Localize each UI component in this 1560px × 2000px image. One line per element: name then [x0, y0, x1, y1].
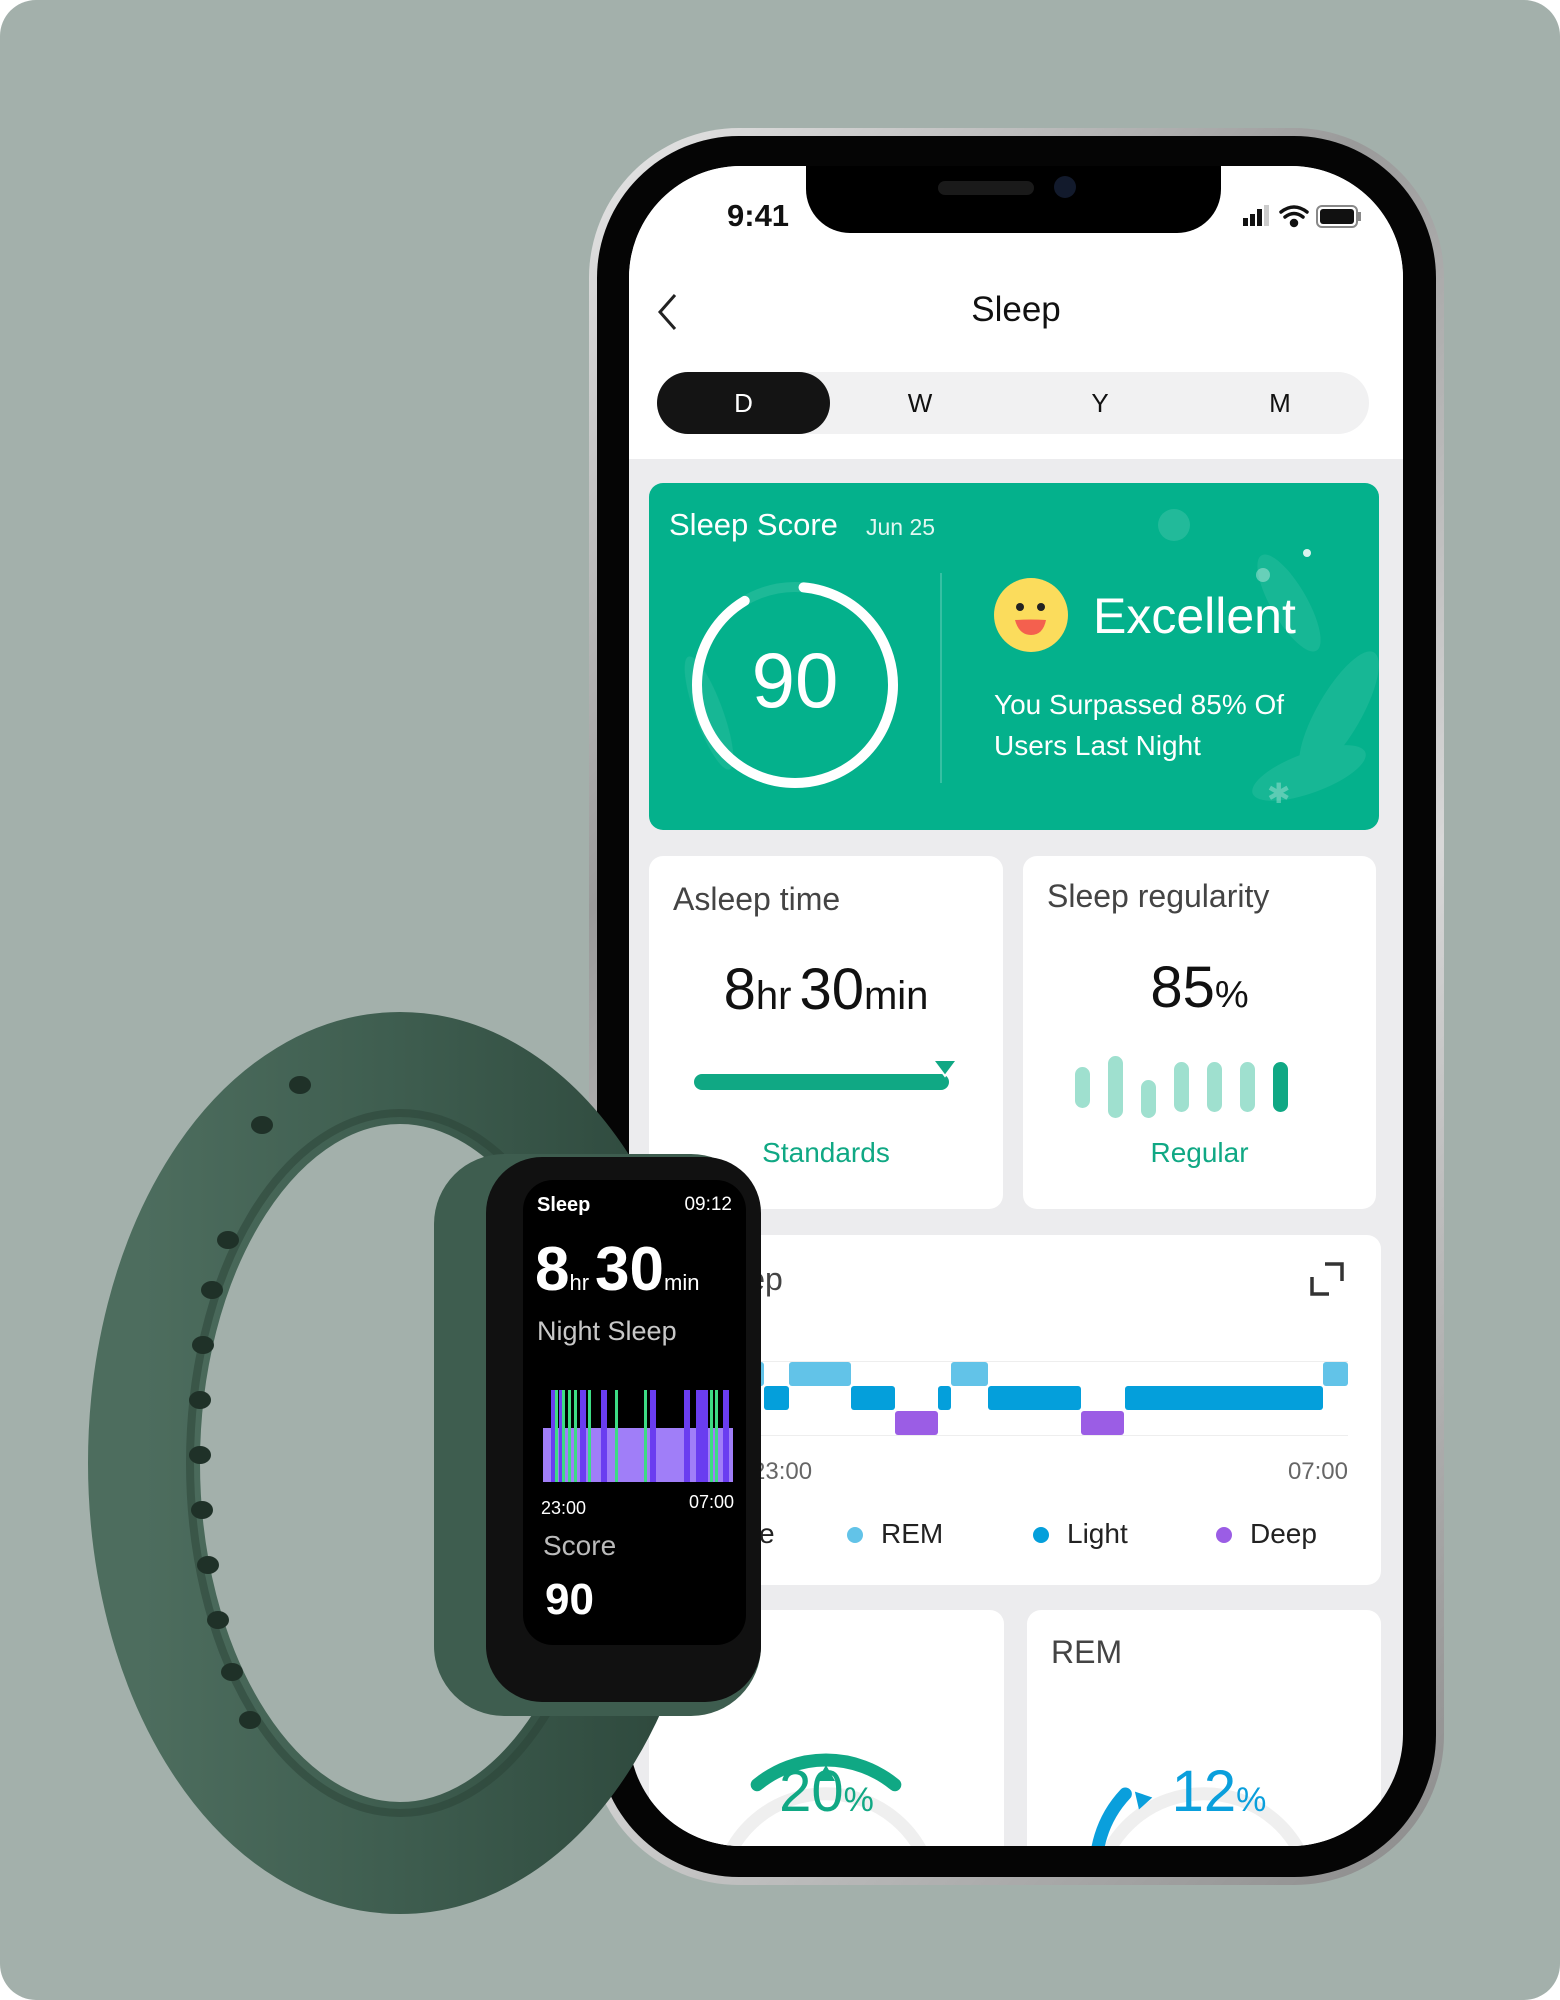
watch-minutes-unit: min — [664, 1270, 700, 1295]
watch-spike-awake — [614, 1390, 618, 1482]
watch-minutes: 30 — [595, 1235, 665, 1304]
watch-time: 09:12 — [684, 1194, 732, 1215]
watch-score-label: Score — [543, 1530, 617, 1561]
watch-spike-awake — [587, 1390, 591, 1482]
watch-spike-awake — [709, 1390, 713, 1482]
smart-band-strap — [88, 1012, 761, 1914]
watch-subtitle: Night Sleep — [537, 1316, 677, 1346]
watch-score: 90 — [545, 1575, 594, 1624]
watch-spike-deep — [579, 1390, 586, 1482]
watch-spike-awake — [643, 1390, 647, 1482]
watch-hours-unit: hr — [569, 1270, 590, 1295]
watch-spike-awake — [554, 1390, 558, 1482]
watch-spike-awake — [562, 1390, 566, 1482]
watch-spike-awake — [568, 1390, 572, 1482]
watch-start-time: 23:00 — [541, 1498, 587, 1518]
watch-spike-awake — [574, 1390, 577, 1482]
watch-spike-deep — [649, 1390, 656, 1482]
watch-spike-deep — [701, 1390, 708, 1482]
watch-end-time: 07:00 — [688, 1492, 734, 1512]
watch-spike-deep — [601, 1390, 608, 1482]
watch-spike-deep — [684, 1390, 691, 1482]
band-screen: Sleep 09:12 8hr30min Night Sleep 23:00 0… — [523, 1180, 746, 1645]
watch-duration: 8hr30min — [535, 1234, 699, 1305]
product-scene: 9:41 Sleep D W Y M ✱ Sleep Score Jun 25 — [0, 0, 1560, 2000]
watch-sleep-chart — [543, 1390, 733, 1482]
watch-spike-awake — [715, 1390, 719, 1482]
watch-title: Sleep — [537, 1194, 591, 1216]
watch-spike-deep — [723, 1390, 730, 1482]
watch-hours: 8 — [535, 1235, 570, 1304]
